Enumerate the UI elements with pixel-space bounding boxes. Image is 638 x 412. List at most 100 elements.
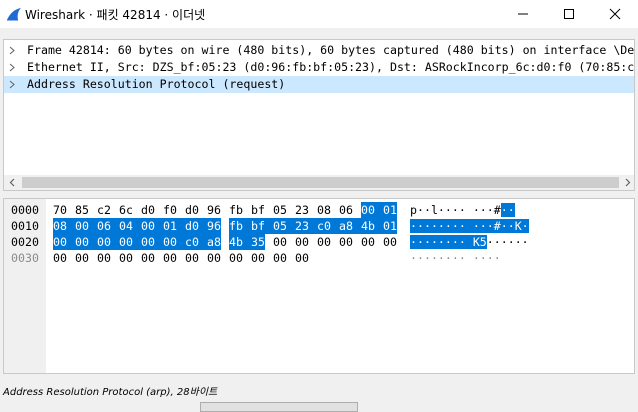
hex-byte[interactable]: fb (229, 202, 243, 218)
hex-offset: 0030 (11, 251, 39, 265)
expand-arrow-icon[interactable] (8, 46, 16, 55)
hex-byte[interactable]: d0 (141, 202, 155, 218)
hex-byte[interactable]: 00 (53, 250, 67, 266)
minimize-icon (518, 13, 528, 15)
hex-byte[interactable]: 01 (383, 218, 397, 234)
packet-details-tree[interactable]: Frame 42814: 60 bytes on wire (480 bits)… (3, 39, 635, 191)
hex-byte[interactable]: 00 (361, 234, 375, 250)
hex-byte[interactable]: c0 (317, 218, 339, 234)
hex-byte[interactable]: 04 (119, 218, 141, 234)
status-bar: Address Resolution Protocol (arp), 28바이트 (0, 380, 638, 400)
hex-byte[interactable]: 00 (295, 250, 309, 266)
hex-offset: 0020 (11, 235, 39, 249)
hex-byte[interactable]: bf (251, 202, 265, 218)
hex-byte[interactable]: 06 (339, 202, 353, 218)
dialog-button[interactable] (200, 402, 358, 412)
hex-byte[interactable]: bf (251, 218, 273, 234)
hex-byte[interactable]: 00 (163, 250, 177, 266)
hex-byte[interactable]: 00 (185, 250, 199, 266)
hex-byte[interactable]: 96 (207, 202, 221, 218)
hex-row[interactable]: 0030 00 00 00 00 00 00 00 00 00 00 00 00 ········ ···… (4, 250, 634, 266)
hex-offset: 0010 (11, 219, 39, 233)
hex-byte[interactable]: 85 (75, 202, 89, 218)
hex-byte[interactable]: 00 (75, 250, 89, 266)
hex-byte[interactable]: 96 (207, 218, 221, 234)
close-button[interactable] (592, 0, 638, 28)
hex-byte[interactable]: 00 (317, 234, 331, 250)
hex-byte[interactable]: 00 (75, 218, 97, 234)
tree-item-frame[interactable]: Frame 42814: 60 bytes on wire (480 bits)… (4, 42, 634, 59)
hex-byte[interactable]: 4b (229, 234, 251, 250)
scroll-right-icon[interactable] (624, 178, 631, 187)
title-bar: Wireshark · 패킷 42814 · 이더넷 (0, 0, 638, 28)
hex-byte[interactable]: d0 (185, 202, 199, 218)
hex-byte[interactable]: c0 (185, 234, 207, 250)
tree-item-arp[interactable]: Address Resolution Protocol (request) (4, 76, 634, 93)
hex-byte[interactable]: 00 (119, 250, 133, 266)
hex-byte[interactable]: 6c (119, 202, 133, 218)
tree-item-label: Ethernet II, Src: DZS_bf:05:23 (d0:96:fb… (27, 60, 634, 74)
hex-byte[interactable]: 00 (141, 234, 163, 250)
hex-ascii-highlight: ········ ···#··K· (410, 219, 529, 233)
hex-byte[interactable]: 00 (119, 234, 141, 250)
hex-ascii[interactable]: ········ ···· (410, 250, 501, 266)
maximize-button[interactable] (546, 0, 592, 28)
expand-arrow-icon[interactable] (8, 80, 16, 89)
hex-byte[interactable]: 00 (229, 250, 243, 266)
hex-byte[interactable]: 00 (97, 234, 119, 250)
minimize-button[interactable] (500, 0, 546, 28)
hex-byte[interactable]: 00 (251, 250, 265, 266)
packet-bytes-pane[interactable]: 0000 70 85 c2 6c d0 f0 d0 96 fb bf 05 23 08 06 00 01 p··l… (3, 198, 635, 374)
hex-byte[interactable]: 00 (207, 250, 221, 266)
hex-byte[interactable]: 4b (361, 218, 383, 234)
hex-byte[interactable]: 00 (141, 250, 155, 266)
hex-byte[interactable]: 00 (361, 202, 383, 218)
close-icon (609, 8, 621, 20)
hex-byte[interactable]: a8 (339, 218, 361, 234)
hex-byte[interactable]: 08 (53, 218, 75, 234)
hex-byte[interactable]: 00 (97, 250, 111, 266)
hex-byte[interactable]: a8 (207, 234, 221, 250)
hex-ascii-plain: p··l···· ···# (410, 203, 501, 217)
hex-offset: 0000 (11, 203, 39, 217)
hex-byte[interactable]: 01 (163, 218, 185, 234)
hex-byte[interactable]: 00 (295, 234, 309, 250)
scrollbar-thumb[interactable] (22, 177, 619, 188)
hex-ascii-highlight: ········ K5 (410, 235, 487, 249)
tree-item-ethernet[interactable]: Ethernet II, Src: DZS_bf:05:23 (d0:96:fb… (4, 59, 634, 76)
hex-byte[interactable]: 70 (53, 202, 67, 218)
hex-byte[interactable]: 23 (295, 218, 317, 234)
horizontal-scrollbar[interactable] (4, 175, 634, 190)
hex-row[interactable]: 0010 08 00 06 04 00 01 d0 96 fb bf 05 23 c0 a8 4b 01 ····… (4, 218, 634, 234)
window-title: Wireshark · 패킷 42814 · 이더넷 (25, 8, 206, 22)
hex-ascii-plain: ······ (486, 235, 529, 249)
hex-row[interactable]: 0020 00 00 00 00 00 00 c0 a8 4b 35 00 00 00 00 00 00 ····… (4, 234, 634, 250)
hex-byte[interactable]: f0 (163, 202, 177, 218)
hex-byte[interactable]: 00 (53, 234, 75, 250)
hex-row[interactable]: 0000 70 85 c2 6c d0 f0 d0 96 fb bf 05 23 08 06 00 01 p··l… (4, 202, 634, 218)
hex-byte[interactable]: 00 (273, 250, 287, 266)
hex-ascii[interactable]: ········ ···#··K· (410, 218, 529, 234)
hex-byte[interactable]: 35 (251, 234, 265, 250)
hex-ascii-highlight: ·· (500, 203, 515, 217)
hex-byte[interactable]: d0 (185, 218, 207, 234)
tree-item-label: Frame 42814: 60 bytes on wire (480 bits)… (27, 43, 634, 57)
hex-byte[interactable]: 23 (295, 202, 309, 218)
hex-ascii[interactable]: ········ K5······ (410, 234, 529, 250)
hex-ascii[interactable]: p··l···· ···#·· (410, 202, 515, 218)
hex-byte[interactable]: 05 (273, 202, 287, 218)
hex-byte[interactable]: 05 (273, 218, 295, 234)
hex-byte[interactable]: 08 (317, 202, 331, 218)
scroll-left-icon[interactable] (9, 178, 16, 187)
hex-byte[interactable]: 01 (383, 202, 397, 218)
hex-byte[interactable]: c2 (97, 202, 111, 218)
hex-byte[interactable]: fb (229, 218, 251, 234)
hex-byte[interactable]: 00 (339, 234, 353, 250)
expand-arrow-icon[interactable] (8, 63, 16, 72)
hex-byte[interactable]: 00 (75, 234, 97, 250)
hex-byte[interactable]: 00 (163, 234, 185, 250)
hex-byte[interactable]: 00 (141, 218, 163, 234)
hex-byte[interactable]: 06 (97, 218, 119, 234)
hex-byte[interactable]: 00 (383, 234, 397, 250)
hex-byte[interactable]: 00 (273, 234, 287, 250)
